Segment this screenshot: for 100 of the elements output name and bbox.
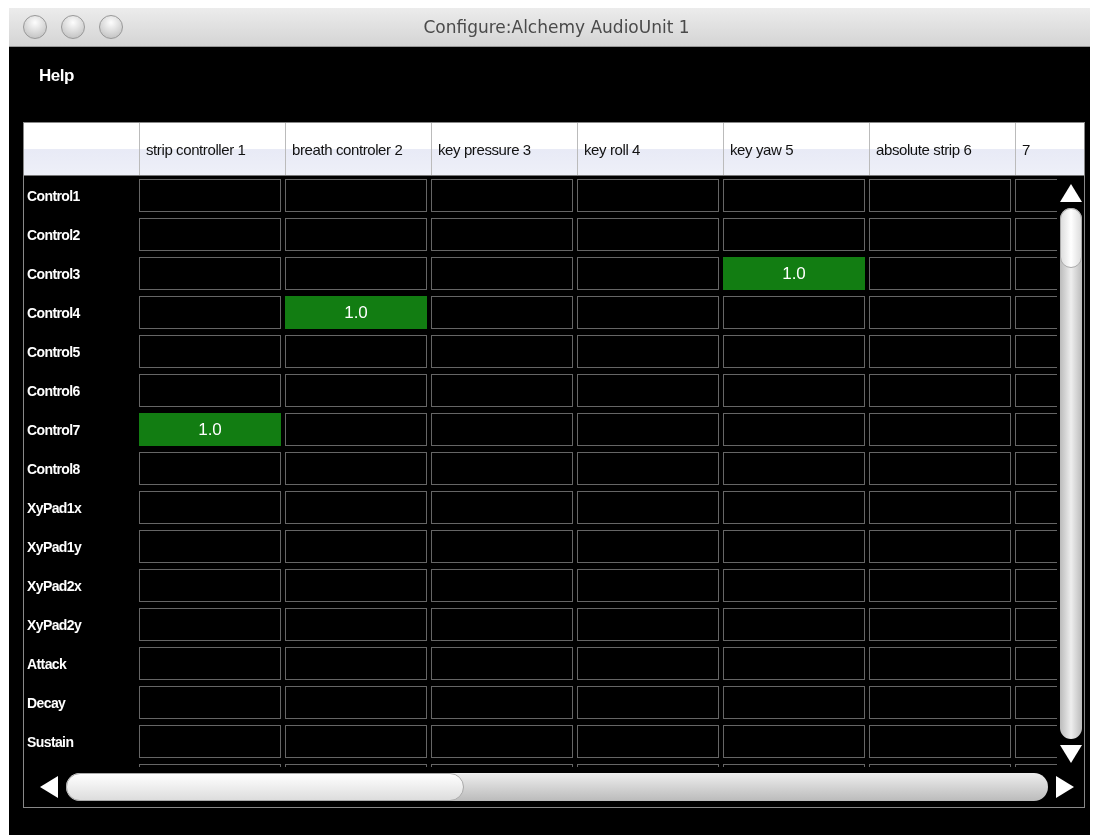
mapping-cell[interactable] — [431, 491, 573, 524]
mapping-cell[interactable] — [431, 413, 573, 446]
mapping-cell[interactable] — [431, 647, 573, 680]
mapping-cell[interactable] — [723, 296, 865, 329]
window-control-button[interactable] — [99, 15, 123, 39]
mapping-cell[interactable] — [431, 257, 573, 290]
mapping-cell[interactable] — [723, 413, 865, 446]
mapping-cell[interactable] — [577, 491, 719, 524]
mapping-cell[interactable] — [285, 530, 427, 563]
mapping-cell[interactable] — [577, 569, 719, 602]
mapping-cell[interactable] — [139, 725, 281, 758]
mapping-cell[interactable] — [285, 569, 427, 602]
mapping-cell[interactable] — [285, 491, 427, 524]
mapping-cell[interactable] — [139, 374, 281, 407]
mapping-cell[interactable] — [285, 335, 427, 368]
mapping-cell[interactable] — [577, 218, 719, 251]
mapping-cell[interactable] — [869, 491, 1011, 524]
mapping-cell[interactable] — [869, 296, 1011, 329]
mapping-cell[interactable] — [869, 452, 1011, 485]
window-control-button[interactable] — [23, 15, 47, 39]
mapping-cell[interactable] — [285, 413, 427, 446]
mapping-cell[interactable] — [869, 374, 1011, 407]
mapping-cell[interactable] — [577, 530, 719, 563]
mapping-cell[interactable] — [139, 647, 281, 680]
mapping-cell[interactable] — [285, 179, 427, 212]
mapping-cell[interactable] — [431, 179, 573, 212]
mapping-cell[interactable] — [723, 725, 865, 758]
mapping-cell[interactable] — [431, 374, 573, 407]
mapping-cell[interactable] — [577, 725, 719, 758]
mapping-cell[interactable] — [431, 335, 573, 368]
horizontal-scrollbar[interactable] — [66, 773, 1048, 801]
scroll-thumb[interactable] — [1059, 208, 1082, 268]
mapping-cell[interactable] — [577, 647, 719, 680]
mapping-cell[interactable] — [431, 608, 573, 641]
scroll-right-icon[interactable] — [1056, 776, 1074, 798]
mapping-cell[interactable] — [723, 218, 865, 251]
scroll-thumb[interactable] — [66, 773, 464, 801]
mapping-cell[interactable] — [869, 725, 1011, 758]
menu-item[interactable]: Help — [39, 66, 74, 86]
mapping-cell[interactable] — [139, 491, 281, 524]
window-control-button[interactable] — [61, 15, 85, 39]
mapping-cell[interactable] — [723, 452, 865, 485]
mapping-cell[interactable] — [285, 257, 427, 290]
mapping-cell[interactable] — [431, 530, 573, 563]
mapping-cell[interactable] — [431, 569, 573, 602]
scroll-down-icon[interactable] — [1059, 745, 1082, 763]
mapping-cell[interactable] — [139, 452, 281, 485]
mapping-cell[interactable] — [869, 335, 1011, 368]
mapping-cell[interactable] — [139, 608, 281, 641]
mapping-cell[interactable]: 1.0 — [139, 413, 281, 446]
mapping-cell[interactable] — [577, 452, 719, 485]
mapping-cell[interactable] — [577, 608, 719, 641]
mapping-cell[interactable] — [285, 686, 427, 719]
mapping-cell[interactable] — [577, 335, 719, 368]
vertical-scrollbar[interactable] — [1059, 208, 1082, 739]
mapping-cell[interactable] — [577, 686, 719, 719]
mapping-cell[interactable] — [869, 257, 1011, 290]
mapping-cell[interactable] — [577, 257, 719, 290]
mapping-cell[interactable]: 1.0 — [723, 257, 865, 290]
mapping-cell[interactable] — [285, 725, 427, 758]
mapping-cell[interactable] — [285, 647, 427, 680]
mapping-cell[interactable] — [869, 530, 1011, 563]
mapping-cell[interactable] — [869, 647, 1011, 680]
mapping-cell[interactable] — [285, 374, 427, 407]
mapping-cell[interactable] — [139, 686, 281, 719]
mapping-cell[interactable] — [139, 335, 281, 368]
mapping-cell[interactable] — [869, 608, 1011, 641]
mapping-cell[interactable] — [723, 491, 865, 524]
mapping-cell[interactable] — [869, 218, 1011, 251]
mapping-cell[interactable] — [869, 569, 1011, 602]
mapping-cell[interactable] — [285, 218, 427, 251]
mapping-cell[interactable] — [139, 296, 281, 329]
mapping-cell[interactable] — [431, 686, 573, 719]
mapping-cell[interactable] — [723, 569, 865, 602]
mapping-cell[interactable] — [723, 179, 865, 212]
mapping-cell[interactable] — [431, 452, 573, 485]
mapping-cell[interactable] — [577, 413, 719, 446]
scroll-left-icon[interactable] — [40, 776, 58, 798]
mapping-cell[interactable] — [431, 725, 573, 758]
mapping-cell[interactable] — [139, 179, 281, 212]
mapping-cell[interactable] — [869, 179, 1011, 212]
scroll-up-icon[interactable] — [1059, 184, 1082, 202]
mapping-cell[interactable] — [869, 686, 1011, 719]
mapping-cell[interactable] — [723, 686, 865, 719]
mapping-cell[interactable] — [431, 218, 573, 251]
mapping-cell[interactable] — [139, 218, 281, 251]
mapping-cell[interactable] — [431, 296, 573, 329]
mapping-cell[interactable] — [285, 608, 427, 641]
mapping-cell[interactable] — [723, 608, 865, 641]
mapping-cell[interactable] — [577, 296, 719, 329]
mapping-cell[interactable] — [285, 452, 427, 485]
mapping-cell[interactable] — [723, 374, 865, 407]
mapping-cell[interactable] — [577, 179, 719, 212]
mapping-cell[interactable] — [723, 335, 865, 368]
mapping-cell[interactable] — [139, 569, 281, 602]
mapping-cell[interactable] — [723, 647, 865, 680]
mapping-cell[interactable]: 1.0 — [285, 296, 427, 329]
mapping-cell[interactable] — [577, 374, 719, 407]
mapping-cell[interactable] — [723, 530, 865, 563]
mapping-cell[interactable] — [139, 257, 281, 290]
